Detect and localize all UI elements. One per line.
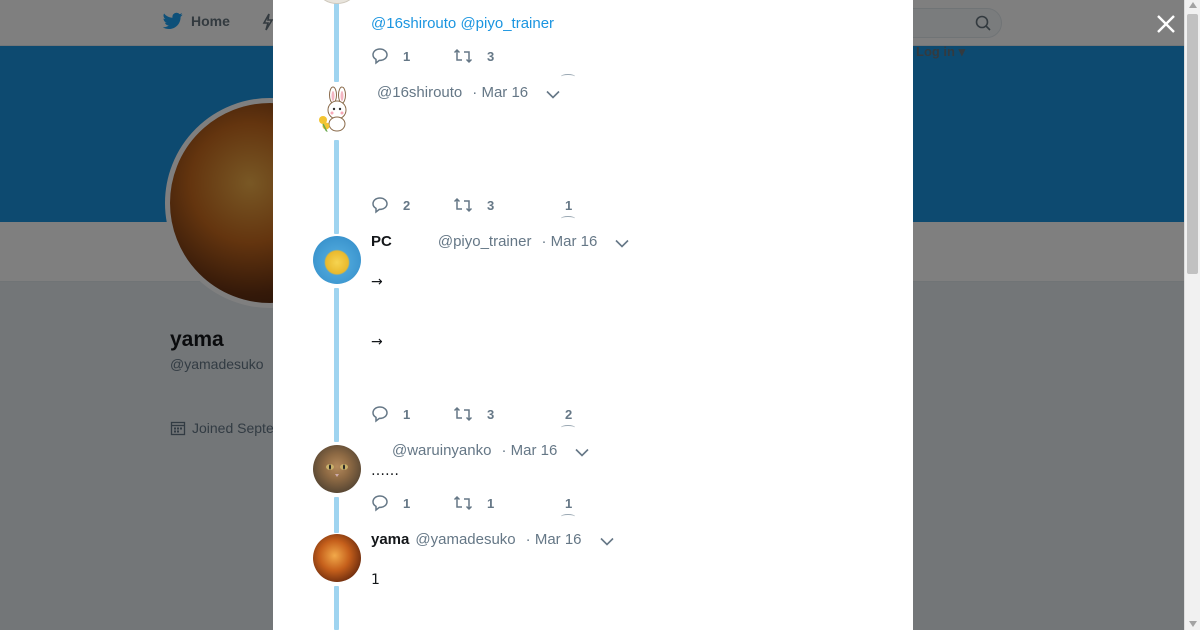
avatar[interactable] [313,236,361,284]
like-icon [561,74,575,79]
retweet-count: 3 [487,197,495,213]
tweet-thread-modal: @16shirouto @piyo_trainer 1 3 @16shirout… [273,0,913,630]
retweet-button[interactable]: 3 [453,406,565,422]
chevron-down-icon[interactable] [599,537,614,546]
reply-icon [372,197,388,214]
reply-count: 1 [403,406,411,422]
reply-count: 1 [403,495,411,511]
avatar[interactable] [313,0,361,4]
thread-connector [334,0,339,82]
tweet-text-line: → [371,274,383,290]
tweet-timestamp[interactable]: · Mar 16 [541,233,597,250]
tweet-actions: 1 3 2 [371,405,625,426]
tweet-mentions[interactable]: @16shirouto @piyo_trainer [371,15,554,32]
like-count: 1 [565,495,573,511]
thread-connector [334,586,339,630]
close-modal-button[interactable] [1154,12,1178,36]
chevron-down-icon[interactable] [575,448,589,457]
tweet-header: PC @piyo_trainer · Mar 16 [371,233,629,250]
chevron-down-icon[interactable] [546,90,560,99]
like-icon [561,424,575,430]
like-button[interactable]: 1 [561,495,625,515]
tweet-author-name[interactable]: yama [371,531,409,548]
retweet-icon [453,197,473,213]
tweet-text-line: → [371,334,383,350]
retweet-icon [453,406,473,422]
scroll-down-arrow-icon[interactable] [1189,621,1197,627]
reply-icon [372,48,388,65]
tweet-timestamp[interactable]: · Mar 16 [501,442,557,459]
avatar[interactable] [313,534,361,582]
retweet-count: 3 [487,48,495,64]
tweet-header: @waruinyanko · Mar 16 [371,442,589,459]
retweet-button[interactable]: 1 [453,495,565,511]
like-button[interactable]: 2 [561,406,625,426]
reply-button[interactable]: 2 [371,196,453,214]
reply-icon [372,406,388,423]
retweet-icon [453,495,473,511]
reply-count: 1 [403,48,411,64]
like-icon [561,513,575,519]
tweet-actions: 1 1 1 [371,494,625,515]
thread-connector [334,497,339,533]
tweet-author-handle[interactable]: @piyo_trainer [438,233,532,250]
retweet-button[interactable]: 3 [453,48,565,64]
page-scrollbar[interactable] [1184,0,1200,630]
avatar[interactable] [313,445,361,493]
close-icon [1157,15,1175,33]
tweet-timestamp[interactable]: · Mar 16 [526,531,582,548]
like-icon [561,215,575,221]
retweet-icon [453,48,473,64]
tweet-author-handle[interactable]: @16shirouto [377,84,462,101]
tweet-author-handle[interactable]: @yamadesuko [415,531,515,548]
chevron-down-icon[interactable] [615,239,629,248]
retweet-count: 3 [487,406,495,422]
reply-button[interactable]: 1 [371,405,453,423]
retweet-count: 1 [487,495,495,511]
reply-icon [372,495,388,512]
tweet-author-name[interactable]: PC [371,233,392,250]
bunny-avatar-icon [319,86,347,133]
tweet-author-handle[interactable]: @waruinyanko [392,442,491,459]
thread-connector [334,140,339,234]
scroll-up-arrow-icon[interactable] [1189,2,1197,8]
cat-avatar-icon [326,464,348,477]
tweet-text: …… [371,463,399,479]
thread-connector [334,288,339,442]
tweet-actions: 1 3 [371,47,625,75]
retweet-button[interactable]: 3 [453,197,565,213]
like-count: 1 [565,197,573,213]
scrollbar-thumb[interactable] [1187,14,1198,274]
reply-button[interactable]: 1 [371,47,453,65]
like-count: 2 [565,406,573,422]
tweet-header: yama @yamadesuko · Mar 16 [371,531,614,548]
reply-count: 2 [403,197,411,213]
tweet-header: @16shirouto · Mar 16 [371,84,560,101]
reply-button[interactable]: 1 [371,494,453,512]
tweet-actions: 2 3 1 [371,196,625,217]
like-button[interactable]: 1 [561,197,625,217]
avatar[interactable] [313,86,361,134]
tweet-timestamp[interactable]: · Mar 16 [472,84,528,101]
tweet-text: 1 [371,572,380,588]
